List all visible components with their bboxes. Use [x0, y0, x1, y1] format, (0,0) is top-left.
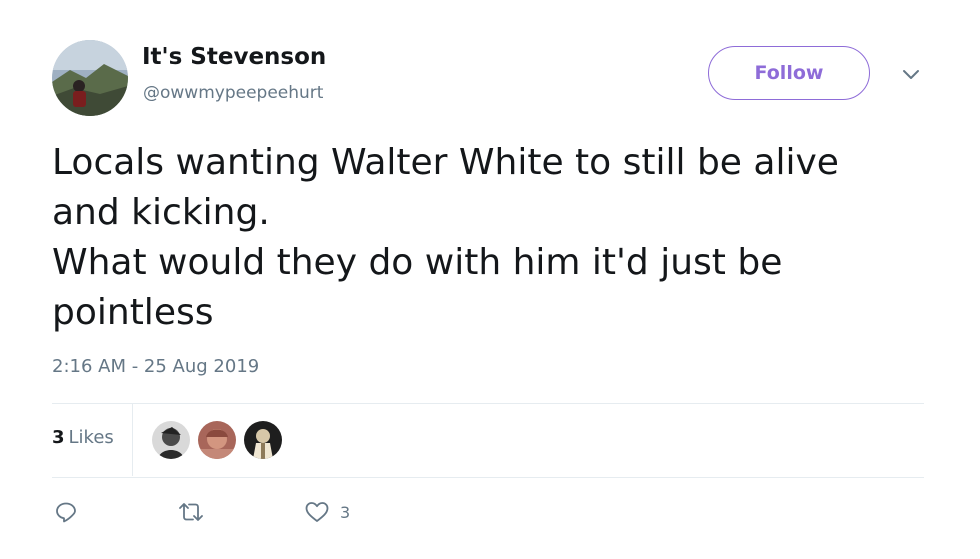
retweet-button[interactable]: [176, 500, 206, 524]
tweet-card: It's Stevenson @owwmypeepeehurt Follow L…: [0, 0, 980, 559]
retweet-icon: [179, 503, 203, 521]
stats-separator: [132, 404, 133, 476]
heart-icon: [305, 502, 329, 522]
author-avatar[interactable]: [52, 40, 128, 116]
divider: [52, 403, 924, 404]
tweet-timestamp[interactable]: 2:16 AM - 25 Aug 2019: [52, 356, 259, 377]
tweet-text: Locals wanting Walter White to still be …: [52, 142, 839, 333]
likes-stat[interactable]: 3 Likes: [52, 427, 114, 448]
avatar-image: [52, 40, 128, 116]
more-options-chevron-down-icon[interactable]: [898, 64, 924, 86]
liker-avatar[interactable]: [198, 421, 236, 459]
like-count: 3: [340, 502, 351, 522]
liker-avatar[interactable]: [152, 421, 190, 459]
author-handle[interactable]: @owwmypeepeehurt: [143, 83, 323, 103]
likes-count: 3: [52, 427, 65, 448]
reply-icon: [56, 502, 76, 523]
author-display-name[interactable]: It's Stevenson: [142, 44, 326, 70]
reply-button[interactable]: [54, 500, 78, 524]
follow-button[interactable]: Follow: [708, 46, 870, 100]
like-button[interactable]: 3: [304, 500, 350, 524]
likes-label: Likes: [68, 427, 114, 448]
divider: [52, 477, 924, 478]
liker-avatar[interactable]: [244, 421, 282, 459]
